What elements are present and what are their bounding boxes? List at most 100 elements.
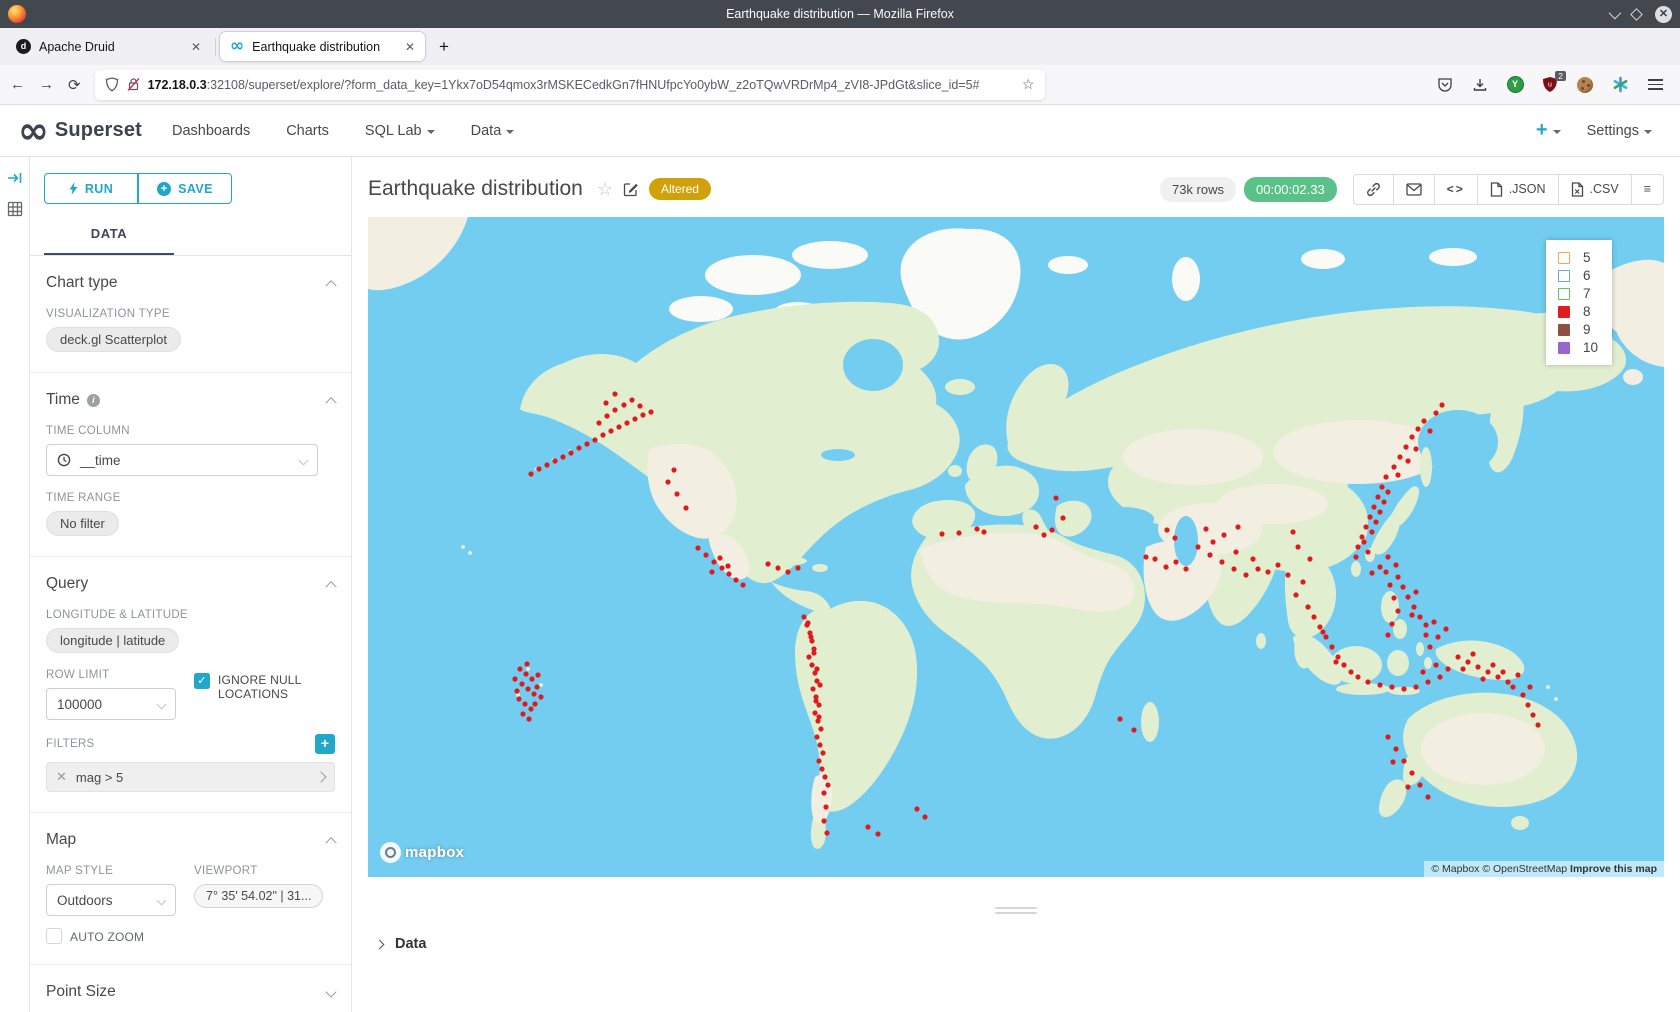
auto-zoom-checkbox-row[interactable]: AUTO ZOOM <box>46 928 176 944</box>
export-json-button[interactable]: .JSON <box>1477 174 1559 205</box>
superset-navbar: ∞ Superset Dashboards Charts SQL Lab Dat… <box>0 105 1680 157</box>
world-map <box>368 217 1664 877</box>
chart-title: Earthquake distribution <box>368 177 583 201</box>
section-header[interactable]: Query <box>46 575 335 593</box>
code-icon: <> <box>1447 182 1465 196</box>
nav-item-sql-lab[interactable]: SQL Lab <box>365 123 435 139</box>
tab-close-icon[interactable]: ✕ <box>191 40 201 54</box>
legend-item[interactable]: 8 <box>1558 304 1598 319</box>
attribution-osm[interactable]: © OpenStreetMap <box>1482 863 1567 875</box>
email-button[interactable] <box>1393 174 1435 205</box>
chevron-up-icon <box>325 397 336 408</box>
druid-favicon: d <box>16 39 31 54</box>
downloads-icon[interactable] <box>1471 76 1489 94</box>
map-legend: 5 6 7 8 9 10 <box>1546 240 1612 365</box>
section-header[interactable]: Time i <box>46 391 335 409</box>
tab-label: Apache Druid <box>39 40 115 54</box>
multicolor-asterisk-icon[interactable] <box>1611 76 1629 94</box>
save-button[interactable]: + SAVE <box>138 173 232 204</box>
export-csv-button[interactable]: .CSV <box>1558 174 1632 205</box>
chevron-down-icon <box>157 895 167 905</box>
legend-item[interactable]: 9 <box>1558 322 1598 337</box>
checkbox-checked-icon[interactable]: ✓ <box>194 673 210 689</box>
extension-badge: 2 <box>1555 71 1566 81</box>
superset-logo[interactable]: ∞ Superset <box>18 116 142 146</box>
favorite-star-icon[interactable]: ☆ <box>597 179 613 200</box>
tab-label: Earthquake distribution <box>252 40 380 54</box>
data-pane-toggle[interactable]: Data <box>368 936 1664 952</box>
extension-badger-icon[interactable]: Y <box>1506 76 1524 94</box>
row-limit-select[interactable]: 100000 <box>46 688 176 720</box>
tab-data[interactable]: DATA <box>44 216 174 255</box>
insecure-lock-icon[interactable] <box>127 77 140 92</box>
back-button[interactable]: ← <box>10 76 25 93</box>
legend-label: 5 <box>1583 250 1591 265</box>
url-input[interactable]: 172.18.0.3:32108/superset/explore/?form_… <box>95 70 1045 100</box>
time-column-select[interactable]: __time <box>46 444 318 476</box>
url-text: 172.18.0.3:32108/superset/explore/?form_… <box>148 78 1014 92</box>
section-time: Time i TIME COLUMN __time TIME RANGE No … <box>30 373 351 557</box>
ignore-null-checkbox-row[interactable]: ✓ IGNORE NULL LOCATIONS <box>194 673 324 701</box>
deckgl-scatterplot-map[interactable]: 5678910 mapbox © Mapbox © OpenStreetMap … <box>368 217 1664 877</box>
attribution-mapbox[interactable]: © Mapbox <box>1431 863 1479 875</box>
nav-item-dashboards[interactable]: Dashboards <box>172 123 250 139</box>
nav-item-charts[interactable]: Charts <box>286 123 329 139</box>
cookie-extension-icon[interactable] <box>1576 76 1594 94</box>
chevron-down-icon <box>325 986 336 997</box>
pane-drag-handle[interactable] <box>995 907 1037 914</box>
filter-pill[interactable]: ✕ mag > 5 <box>46 762 335 792</box>
copy-link-button[interactable] <box>1353 174 1394 205</box>
legend-swatch-icon <box>1558 342 1570 354</box>
time-range-pill[interactable]: No filter <box>46 511 119 536</box>
mapbox-logo[interactable]: mapbox <box>380 842 464 863</box>
section-header[interactable]: Map <box>46 831 335 849</box>
lightning-icon <box>69 182 78 195</box>
embed-code-button[interactable]: <> <box>1434 174 1478 205</box>
expand-dataset-panel-icon[interactable] <box>7 171 23 185</box>
legend-item[interactable]: 6 <box>1558 268 1598 283</box>
tab-close-icon[interactable]: ✕ <box>405 40 415 54</box>
chevron-down-icon <box>157 699 167 709</box>
section-map: Map MAP STYLE Outdoors AUTO ZOOM VIE <box>30 813 351 965</box>
reload-button[interactable]: ⟳ <box>68 76 81 94</box>
browser-menu-icon[interactable] <box>1646 76 1664 94</box>
legend-swatch-icon <box>1558 306 1570 318</box>
window-maximize-icon[interactable] <box>1630 8 1643 21</box>
tab-separator <box>215 38 216 56</box>
viewport-pill[interactable]: 7° 35' 54.02" | 31... <box>194 884 323 908</box>
remove-filter-icon[interactable]: ✕ <box>56 769 67 785</box>
add-new-button[interactable]: + <box>1536 119 1561 142</box>
browser-tab-superset[interactable]: ∞ Earthquake distribution ✕ <box>220 32 425 61</box>
legend-label: 8 <box>1583 304 1591 319</box>
extension-ublock-icon[interactable]: u 2 <box>1541 76 1559 94</box>
section-header[interactable]: Chart type <box>46 274 335 292</box>
edit-title-icon[interactable] <box>623 181 639 197</box>
legend-item[interactable]: 7 <box>1558 286 1598 301</box>
url-host: 172.18.0.3 <box>148 78 207 92</box>
legend-item[interactable]: 10 <box>1558 340 1598 355</box>
attribution-improve-link[interactable]: Improve this map <box>1570 863 1657 875</box>
browser-tab-druid[interactable]: d Apache Druid ✕ <box>6 32 211 61</box>
chart-menu-button[interactable]: ≡ <box>1631 174 1664 205</box>
add-filter-button[interactable]: + <box>315 734 335 754</box>
dataset-grid-icon[interactable] <box>7 201 23 217</box>
bookmark-star-icon[interactable]: ☆ <box>1022 76 1035 93</box>
pocket-icon[interactable] <box>1436 76 1454 94</box>
section-header[interactable]: Point Size <box>46 983 335 1001</box>
window-minimize-icon[interactable] <box>1609 6 1622 19</box>
chevron-down-icon <box>1553 130 1561 134</box>
shield-icon[interactable] <box>105 77 119 92</box>
window-close-icon[interactable]: ✕ <box>1655 6 1672 23</box>
checkbox-empty-icon[interactable] <box>46 928 62 944</box>
settings-menu[interactable]: Settings <box>1587 123 1652 139</box>
legend-item[interactable]: 5 <box>1558 250 1598 265</box>
run-button[interactable]: RUN <box>44 173 138 204</box>
viz-type-pill[interactable]: deck.gl Scatterplot <box>46 327 181 352</box>
new-tab-button[interactable]: + <box>429 37 459 57</box>
window-titlebar: Earthquake distribution — Mozilla Firefo… <box>0 0 1680 28</box>
legend-label: 9 <box>1583 322 1591 337</box>
nav-item-data[interactable]: Data <box>471 123 515 139</box>
lonlat-pill[interactable]: longitude | latitude <box>46 628 179 653</box>
map-style-select[interactable]: Outdoors <box>46 884 176 916</box>
forward-button[interactable]: → <box>39 76 54 93</box>
